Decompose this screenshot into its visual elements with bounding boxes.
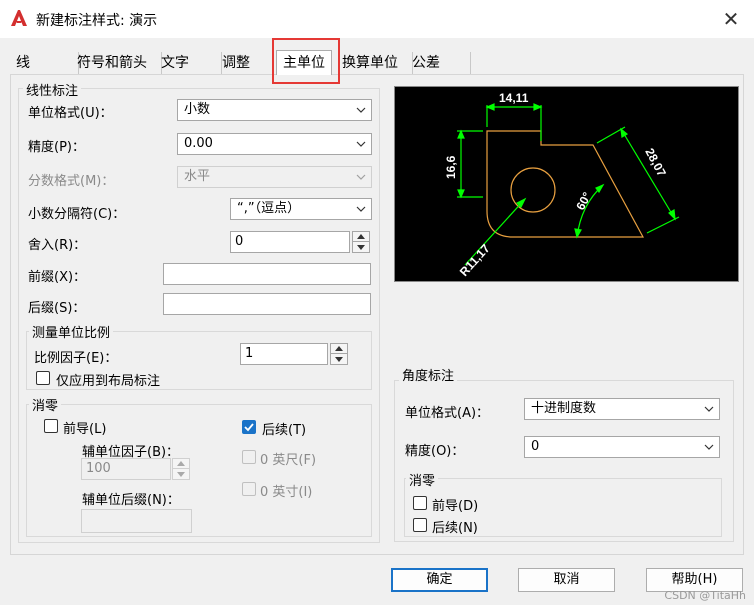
- angular-precision-value: 0: [531, 439, 540, 454]
- watermark: CSDN @TitaHh: [664, 589, 746, 602]
- zero-inches-checkbox[interactable]: [242, 482, 256, 496]
- layout-only-checkbox[interactable]: [36, 371, 50, 385]
- decimal-separator-select[interactable]: “,”（逗点）: [230, 198, 372, 220]
- autocad-logo-icon: [9, 8, 29, 28]
- dimension-preview: 14,11 16,6 28,07 60° R11,17: [394, 86, 739, 282]
- spin-down-icon[interactable]: [330, 354, 348, 365]
- sub-unit-factor-spinner[interactable]: [172, 458, 190, 480]
- sub-unit-suffix-label: 辅单位后缀(N)：: [82, 493, 180, 508]
- prefix-input[interactable]: [163, 263, 371, 285]
- angular-leading-zero-label: 前导(D): [432, 499, 479, 514]
- sub-unit-factor-input[interactable]: 100: [81, 458, 171, 480]
- tab-lines[interactable]: 线: [12, 52, 79, 74]
- fraction-format-value: 水平: [184, 169, 211, 184]
- zero-suppression-legend: 消零: [29, 395, 62, 414]
- close-icon[interactable]: ✕: [718, 6, 744, 32]
- tab-alternate-units[interactable]: 换算单位: [338, 52, 413, 74]
- linear-dimensions-legend: 线性标注: [23, 80, 82, 99]
- chevron-down-icon: [356, 100, 366, 120]
- angular-unit-format-label: 单位格式(A)：: [405, 406, 490, 421]
- preview-dim-diagonal: 28,07: [642, 146, 669, 179]
- angular-precision-label: 精度(O)：: [405, 444, 465, 459]
- scale-factor-label: 比例因子(E)：: [34, 351, 118, 366]
- measurement-scale-legend: 测量单位比例: [29, 322, 114, 341]
- chevron-down-icon: [356, 199, 366, 219]
- leading-zero-checkbox[interactable]: [44, 419, 58, 433]
- zero-inches-label: 0 英寸(I): [260, 485, 313, 500]
- unit-format-select[interactable]: 小数: [177, 99, 372, 121]
- sub-unit-suffix-input[interactable]: [81, 509, 192, 533]
- tab-text[interactable]: 文字: [157, 52, 222, 74]
- angular-trailing-zero-label: 后续(N): [432, 521, 478, 536]
- spin-down-icon[interactable]: [352, 242, 370, 253]
- scale-factor-spinner[interactable]: [330, 343, 348, 365]
- round-off-spinner[interactable]: [352, 231, 370, 253]
- angular-leading-zero-checkbox[interactable]: [413, 496, 427, 510]
- spin-up-icon[interactable]: [330, 343, 348, 354]
- cancel-button[interactable]: 取消: [518, 568, 615, 592]
- spin-up-icon[interactable]: [352, 231, 370, 242]
- precision-value: 0.00: [184, 136, 213, 151]
- unit-format-label: 单位格式(U)：: [28, 106, 113, 121]
- angular-trailing-zero-checkbox[interactable]: [413, 518, 427, 532]
- round-off-label: 舍入(R)：: [28, 238, 87, 253]
- chevron-down-icon: [356, 134, 366, 154]
- spin-up-icon[interactable]: [172, 458, 190, 469]
- preview-dim-angle: 60°: [573, 190, 594, 213]
- suffix-input[interactable]: [163, 293, 371, 315]
- tab-symbols-arrows[interactable]: 符号和箭头: [73, 52, 162, 74]
- round-off-input[interactable]: 0: [230, 231, 350, 253]
- spin-down-icon[interactable]: [172, 469, 190, 480]
- scale-factor-input[interactable]: 1: [240, 343, 328, 365]
- trailing-zero-checkbox[interactable]: [242, 420, 256, 434]
- suffix-label: 后缀(S)：: [28, 301, 86, 316]
- window-title: 新建标注样式: 演示: [36, 13, 158, 29]
- leading-zero-label: 前导(L): [63, 422, 107, 437]
- preview-dim-top: 14,11: [499, 91, 529, 105]
- tab-tolerances[interactable]: 公差: [408, 52, 471, 74]
- fraction-format-select[interactable]: 水平: [177, 166, 372, 188]
- preview-dimension-lines: [457, 103, 680, 266]
- chevron-down-icon: [704, 399, 714, 419]
- precision-label: 精度(P)：: [28, 140, 85, 155]
- tab-fit[interactable]: 调整: [218, 52, 279, 74]
- ok-button[interactable]: 确定: [391, 568, 488, 592]
- decimal-separator-value: “,”（逗点）: [237, 201, 301, 216]
- preview-geometry: [486, 130, 645, 238]
- chevron-down-icon: [356, 167, 366, 187]
- preview-dim-left: 16,6: [444, 155, 458, 179]
- angular-dimensions-legend: 角度标注: [399, 365, 458, 384]
- zero-feet-label: 0 英尺(F): [260, 453, 317, 468]
- unit-format-value: 小数: [184, 102, 211, 117]
- chevron-down-icon: [704, 437, 714, 457]
- prefix-label: 前缀(X)：: [28, 270, 87, 285]
- trailing-zero-label: 后续(T): [262, 423, 307, 438]
- precision-select[interactable]: 0.00: [177, 133, 372, 155]
- layout-only-label: 仅应用到布局标注: [56, 374, 161, 389]
- decimal-separator-label: 小数分隔符(C)：: [28, 207, 126, 222]
- angular-precision-select[interactable]: 0: [524, 436, 720, 458]
- fraction-format-label: 分数格式(M)：: [28, 174, 115, 189]
- zero-feet-checkbox[interactable]: [242, 450, 256, 464]
- preview-dim-radius: R11,17: [457, 241, 493, 279]
- checkmark-icon: [244, 423, 254, 432]
- angular-zero-suppression-legend: 消零: [406, 470, 439, 489]
- angular-unit-format-select[interactable]: 十进制度数: [524, 398, 720, 420]
- angular-unit-format-value: 十进制度数: [531, 401, 597, 416]
